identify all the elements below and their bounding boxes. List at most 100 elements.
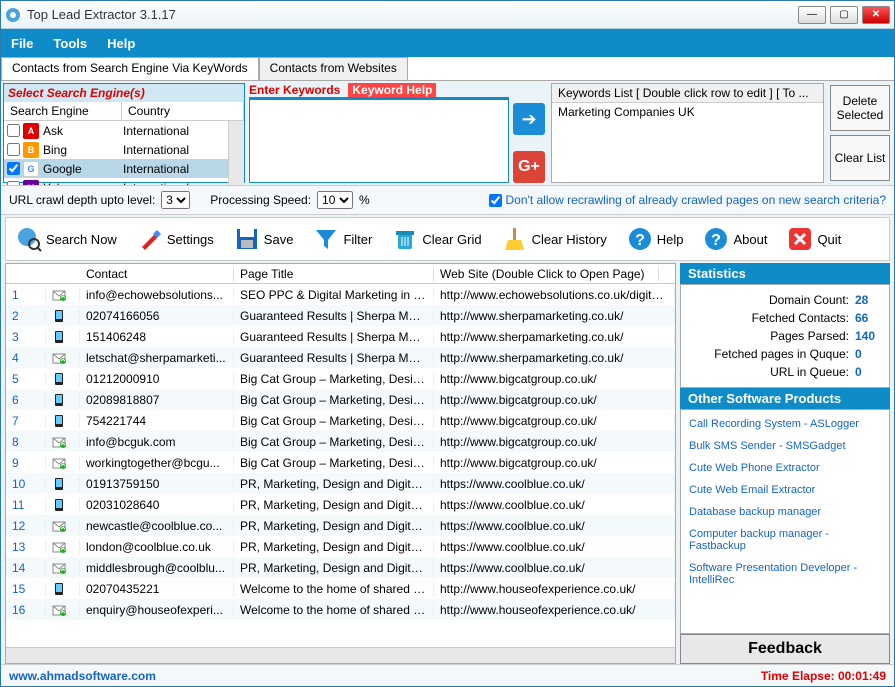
app-icon [5, 7, 21, 23]
save-button[interactable]: Save [230, 222, 298, 256]
cell-pagetitle: Guaranteed Results | Sherpa Marketing [234, 330, 434, 344]
cell-website[interactable]: http://www.houseofexperience.co.uk/ [434, 582, 675, 596]
cell-website[interactable]: http://www.sherpamarketing.co.uk/ [434, 351, 675, 365]
clear-grid-button[interactable]: Clear Grid [388, 222, 485, 256]
grid-col-website[interactable]: Web Site (Double Click to Open Page) [434, 267, 659, 281]
clear-history-button[interactable]: Clear History [498, 222, 611, 256]
engine-row-ask[interactable]: A Ask International [4, 121, 228, 140]
cell-website[interactable]: https://www.coolblue.co.uk/ [434, 498, 675, 512]
keyword-help-button[interactable]: Keyword Help [348, 83, 436, 97]
engine-checkbox[interactable] [7, 143, 20, 156]
cell-website[interactable]: https://www.coolblue.co.uk/ [434, 519, 675, 533]
quit-icon [787, 226, 813, 252]
clear-list-button[interactable]: Clear List [830, 135, 890, 181]
menu-tools[interactable]: Tools [53, 36, 87, 51]
cell-website[interactable]: http://www.bigcatgroup.co.uk/ [434, 372, 675, 386]
table-row[interactable]: 6 02089818807 Big Cat Group – Marketing,… [6, 389, 675, 410]
add-keyword-button[interactable]: ➔ [513, 103, 545, 135]
product-link[interactable]: Database backup manager [689, 506, 881, 518]
status-url[interactable]: www.ahmadsoftware.com [9, 669, 156, 683]
table-row[interactable]: 9 workingtogether@bcgu... Big Cat Group … [6, 452, 675, 473]
email-icon [46, 351, 80, 365]
grid-col-pagetitle[interactable]: Page Title [234, 267, 434, 281]
maximize-button[interactable]: ▢ [830, 6, 858, 24]
grid-col-contact[interactable]: Contact [80, 267, 234, 281]
keywords-textarea[interactable] [249, 97, 509, 183]
row-index: 12 [6, 519, 46, 533]
cell-pagetitle: PR, Marketing, Design and Digital Age... [234, 561, 434, 575]
table-row[interactable]: 10 01913759150 PR, Marketing, Design and… [6, 473, 675, 494]
top-panel: Select Search Engine(s) Search Engine Co… [1, 81, 894, 185]
cell-website[interactable]: https://www.coolblue.co.uk/ [434, 477, 675, 491]
close-button[interactable]: ✕ [862, 6, 890, 24]
search-now-button[interactable]: Search Now [12, 222, 121, 256]
engine-country: International [119, 143, 228, 157]
cell-website[interactable]: http://www.echowebsolutions.co.uk/digita… [434, 288, 675, 302]
table-row[interactable]: 3 151406248 Guaranteed Results | Sherpa … [6, 326, 675, 347]
about-button[interactable]: ?About [699, 222, 771, 256]
product-link[interactable]: Cute Web Email Extractor [689, 484, 881, 496]
help-button[interactable]: ?Help [623, 222, 688, 256]
table-row[interactable]: 14 middlesbrough@coolblu... PR, Marketin… [6, 557, 675, 578]
product-link[interactable]: Cute Web Phone Extractor [689, 462, 881, 474]
cell-website[interactable]: http://www.bigcatgroup.co.uk/ [434, 414, 675, 428]
minimize-button[interactable]: — [798, 6, 826, 24]
phone-icon [46, 309, 80, 323]
settings-button[interactable]: Settings [133, 222, 218, 256]
email-icon [46, 540, 80, 554]
table-row[interactable]: 13 london@coolblue.co.uk PR, Marketing, … [6, 536, 675, 557]
engine-row-google[interactable]: G Google International [4, 159, 228, 178]
engine-row-bing[interactable]: B Bing International [4, 140, 228, 159]
cell-website[interactable]: http://www.sherpamarketing.co.uk/ [434, 309, 675, 323]
table-row[interactable]: 5 01212000910 Big Cat Group – Marketing,… [6, 368, 675, 389]
grid-hscroll[interactable] [6, 647, 675, 663]
cell-website[interactable]: http://www.bigcatgroup.co.uk/ [434, 456, 675, 470]
engine-checkbox[interactable] [7, 124, 20, 137]
gplus-button[interactable]: G+ [513, 151, 545, 183]
table-row[interactable]: 15 02070435221 Welcome to the home of sh… [6, 578, 675, 599]
product-link[interactable]: Software Presentation Developer - Intell… [689, 562, 881, 586]
cell-contact: newcastle@coolblue.co... [80, 519, 234, 533]
tab-websites[interactable]: Contacts from Websites [259, 57, 408, 80]
product-link[interactable]: Bulk SMS Sender - SMSGadget [689, 440, 881, 452]
feedback-button[interactable]: Feedback [680, 634, 890, 664]
cell-website[interactable]: https://www.coolblue.co.uk/ [434, 561, 675, 575]
table-row[interactable]: 8 info@bcguk.com Big Cat Group – Marketi… [6, 431, 675, 452]
cell-website[interactable]: http://www.houseofexperience.co.uk/ [434, 603, 675, 617]
row-index: 6 [6, 393, 46, 407]
menu-file[interactable]: File [11, 36, 33, 51]
filter-button[interactable]: Filter [309, 222, 376, 256]
row-index: 14 [6, 561, 46, 575]
cell-website[interactable]: https://www.coolblue.co.uk/ [434, 540, 675, 554]
cell-website[interactable]: http://www.bigcatgroup.co.uk/ [434, 435, 675, 449]
main-tabs: Contacts from Search Engine Via KeyWords… [1, 57, 894, 81]
delete-selected-button[interactable]: Delete Selected [830, 85, 890, 131]
table-row[interactable]: 11 02031028640 PR, Marketing, Design and… [6, 494, 675, 515]
engine-country: International [119, 124, 228, 138]
products-header: Other Software Products [680, 388, 890, 409]
email-icon [46, 288, 80, 302]
cell-website[interactable]: http://www.sherpamarketing.co.uk/ [434, 330, 675, 344]
table-row[interactable]: 1 info@echowebsolutions... SEO PPC & Dig… [6, 284, 675, 305]
tab-search-engine[interactable]: Contacts from Search Engine Via KeyWords [1, 57, 259, 80]
engine-checkbox[interactable] [7, 162, 20, 175]
table-row[interactable]: 7 754221744 Big Cat Group – Marketing, D… [6, 410, 675, 431]
keywords-panel: Enter Keywords Keyword Help [249, 83, 509, 183]
table-row[interactable]: 4 letschat@sherpamarketi... Guaranteed R… [6, 347, 675, 368]
product-link[interactable]: Call Recording System - ASLogger [689, 418, 881, 430]
table-row[interactable]: 16 enquiry@houseofexperi... Welcome to t… [6, 599, 675, 620]
menu-help[interactable]: Help [107, 36, 135, 51]
table-row[interactable]: 12 newcastle@coolblue.co... PR, Marketin… [6, 515, 675, 536]
recrawl-checkbox[interactable] [489, 194, 502, 207]
stat-domain-count: 28 [855, 291, 881, 309]
recrawl-checkbox-label[interactable]: Don't allow recrawling of already crawle… [489, 193, 886, 207]
quit-button[interactable]: Quit [783, 222, 845, 256]
cell-website[interactable]: http://www.bigcatgroup.co.uk/ [434, 393, 675, 407]
product-link[interactable]: Computer backup manager - Fastbackup [689, 528, 881, 552]
table-row[interactable]: 2 02074166056 Guaranteed Results | Sherp… [6, 305, 675, 326]
keyword-row[interactable]: Marketing Companies UK [552, 103, 823, 121]
processing-speed-select[interactable]: 10 [317, 191, 353, 209]
row-index: 13 [6, 540, 46, 554]
engine-name: Bing [43, 143, 119, 157]
crawl-depth-select[interactable]: 3 [161, 191, 190, 209]
